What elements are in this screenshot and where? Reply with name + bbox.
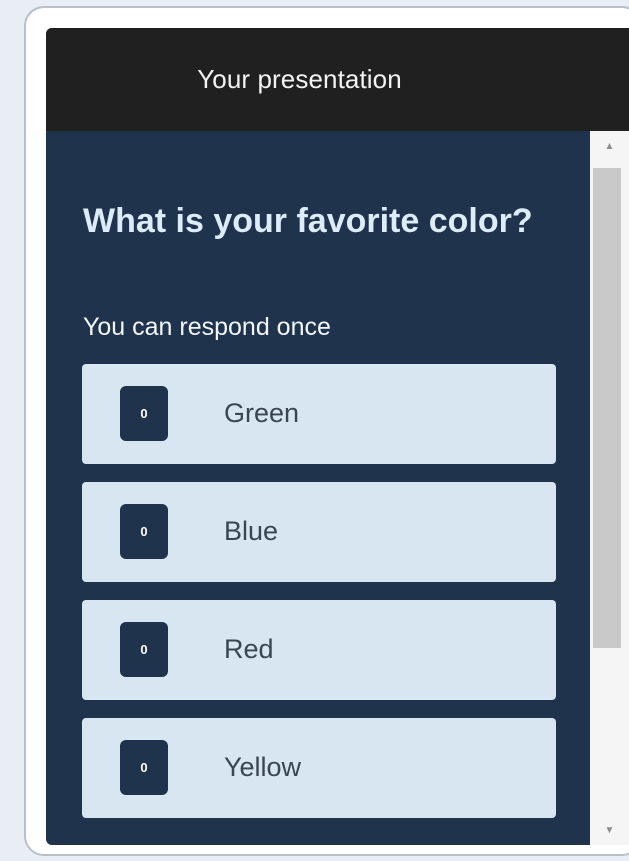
poll-option-label: Green (224, 398, 300, 428)
vote-count-badge: 0 (120, 504, 168, 559)
poll-option-red[interactable]: 0 Red (82, 600, 556, 700)
vote-count-badge: 0 (120, 740, 168, 795)
presentation-header: Your presentation (46, 28, 629, 131)
poll-question: What is your favorite color? (83, 202, 533, 240)
vote-count-badge: 0 (120, 386, 168, 441)
poll-option-yellow[interactable]: 0 Yellow (82, 718, 556, 818)
poll-content: What is your favorite color? You can res… (46, 131, 590, 845)
scrollbar-thumb[interactable] (593, 168, 621, 648)
poll-option-label: Yellow (224, 752, 302, 782)
poll-option-blue[interactable]: 0 Blue (82, 482, 556, 582)
scroll-down-icon[interactable]: ▼ (590, 815, 629, 845)
scroll-up-icon[interactable]: ▲ (590, 131, 629, 161)
presentation-panel: Your presentation What is your favorite … (46, 28, 629, 845)
presentation-title: Your presentation (197, 64, 402, 94)
poll-option-green[interactable]: 0 Green (82, 364, 556, 464)
vertical-scrollbar[interactable]: ▲ ▼ (590, 131, 629, 845)
poll-option-label: Blue (224, 516, 279, 546)
vote-count-badge: 0 (120, 622, 168, 677)
poll-option-label: Red (224, 634, 274, 664)
poll-instruction: You can respond once (83, 313, 331, 341)
